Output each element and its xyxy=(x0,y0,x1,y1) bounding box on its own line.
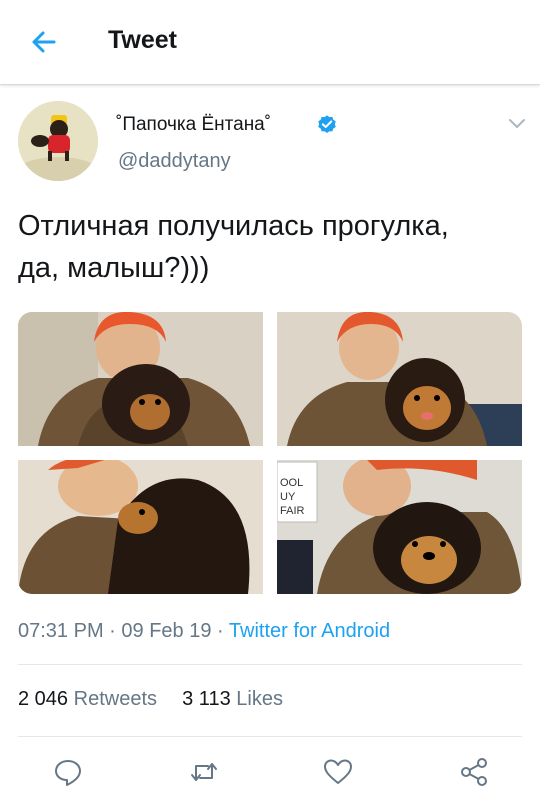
verified-badge-icon xyxy=(318,115,336,133)
page-title: Tweet xyxy=(108,26,177,54)
retweets-label: Retweets xyxy=(73,688,157,710)
tweet-text-line: да, малыш?))) xyxy=(18,252,210,284)
author-handle[interactable]: @daddytany xyxy=(118,150,231,173)
separator: · xyxy=(217,620,229,642)
arrow-left-icon[interactable] xyxy=(24,22,64,62)
share-icon[interactable] xyxy=(458,756,490,788)
tweet-stats: 2 046 Retweets 3 113 Likes xyxy=(18,688,283,711)
media-grid: OOL UY FAIR xyxy=(18,312,522,594)
photo-2[interactable] xyxy=(277,312,522,446)
sign-text: FAIR xyxy=(280,505,305,517)
separator: · xyxy=(109,620,122,642)
tweet-text-line: Отличная получилась прогулка, xyxy=(18,210,449,242)
photo-3[interactable] xyxy=(18,460,263,594)
avatar[interactable] xyxy=(18,101,98,181)
photo-4[interactable]: OOL UY FAIR xyxy=(277,460,522,594)
reply-icon[interactable] xyxy=(52,756,84,788)
tweet-date: 09 Feb 19 xyxy=(121,620,212,642)
divider xyxy=(18,736,522,737)
retweets-count: 2 046 xyxy=(18,688,69,710)
sign-text: UY xyxy=(280,491,296,503)
photo-1[interactable] xyxy=(18,312,263,446)
action-bar xyxy=(0,752,540,792)
retweet-icon[interactable] xyxy=(188,756,220,788)
top-bar: Tweet xyxy=(0,0,540,85)
likes-count: 3 113 xyxy=(182,688,231,710)
divider xyxy=(18,664,522,665)
tweet-time: 07:31 PM xyxy=(18,620,104,642)
sign-text: OOL xyxy=(280,477,303,489)
tweet-text: Отличная получилась прогулка, да, малыш?… xyxy=(18,205,528,289)
chevron-down-icon[interactable] xyxy=(506,114,528,132)
likes-label: Likes xyxy=(236,688,283,710)
likes-stat[interactable]: 3 113 Likes xyxy=(182,688,283,710)
author-name[interactable]: ˚Папочка Ёнтана˚ xyxy=(116,114,271,136)
tweet-source-link[interactable]: Twitter for Android xyxy=(229,620,390,642)
tweet-meta: 07:31 PM · 09 Feb 19 · Twitter for Andro… xyxy=(18,620,390,643)
like-icon[interactable] xyxy=(322,756,354,788)
retweets-stat[interactable]: 2 046 Retweets xyxy=(18,688,163,710)
